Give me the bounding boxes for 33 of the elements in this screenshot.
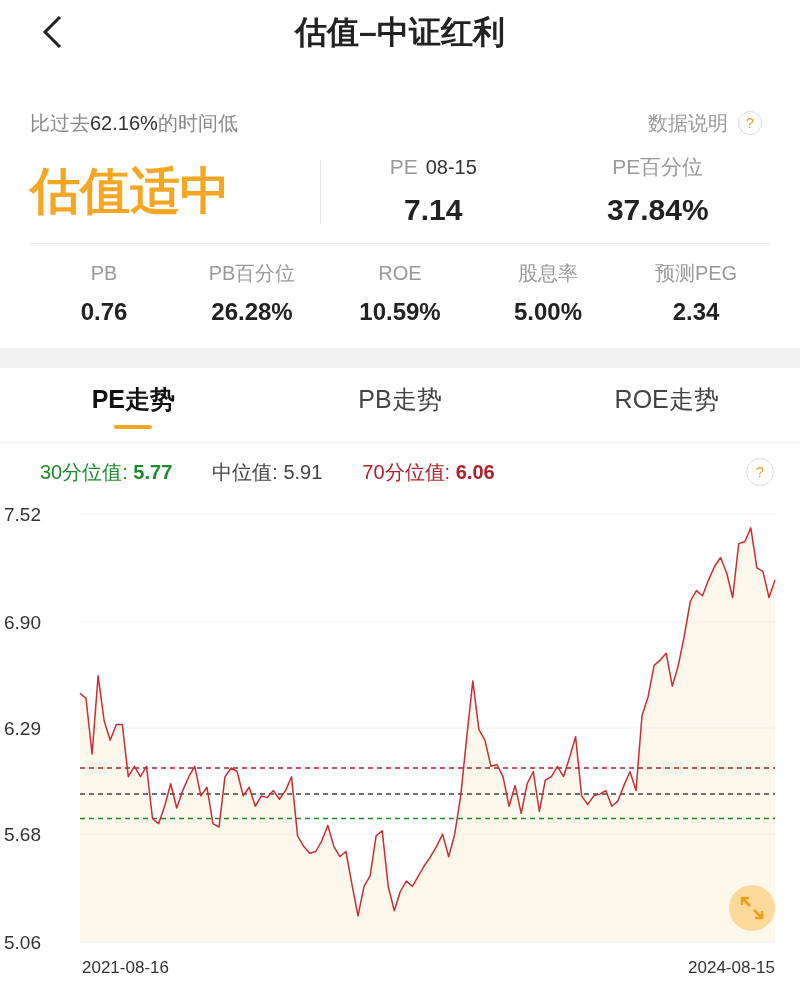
valuation-verdict: 估值适中 [30,163,230,219]
metric-value: 0.76 [80,297,128,327]
back-icon[interactable] [40,14,64,50]
page-title: 估值–中证红利 [295,13,505,52]
chart-tab[interactable]: PE走势 [0,368,267,442]
percentile-note: 比过去62.16%的时间低 [30,111,238,136]
metric-value: 2.34 [672,297,720,327]
metric-label: 股息率 [518,261,578,286]
metric-label: ROE [378,261,422,286]
y-axis-label: 5.06 [4,932,41,953]
chart-tab[interactable]: ROE走势 [533,368,800,442]
metric-value: 5.00% [513,297,583,327]
metric-date: 08-15 [425,155,477,181]
metric-value: 26.28% [211,297,293,327]
y-axis-label: 6.90 [4,611,41,633]
metric-value: 10.59% [359,297,441,327]
legend-item: 70分位值: 6.06 [362,460,495,485]
metric-label: 预测PEG [654,261,738,286]
expand-icon [739,895,765,921]
metric-value: 7.14 [404,191,463,228]
legend-item: 30分位值: 5.77 [40,460,173,485]
metric-label: PE [389,154,418,181]
metric-label: PB [90,261,118,286]
chart-tab[interactable]: PB走势 [266,368,534,442]
x-axis-label: 2024-08-15 [688,958,775,977]
legend-item: 中位值: 5.91 [212,460,323,485]
metric-label: PB百分位 [208,261,296,286]
metric-value: 37.84% [606,191,709,228]
x-axis-label: 2021-08-16 [82,958,169,977]
y-axis-label: 6.29 [4,718,41,739]
y-axis-label: 5.68 [4,824,41,846]
metric-label: PE百分位 [612,154,704,181]
y-axis-label: 7.52 [4,504,41,525]
